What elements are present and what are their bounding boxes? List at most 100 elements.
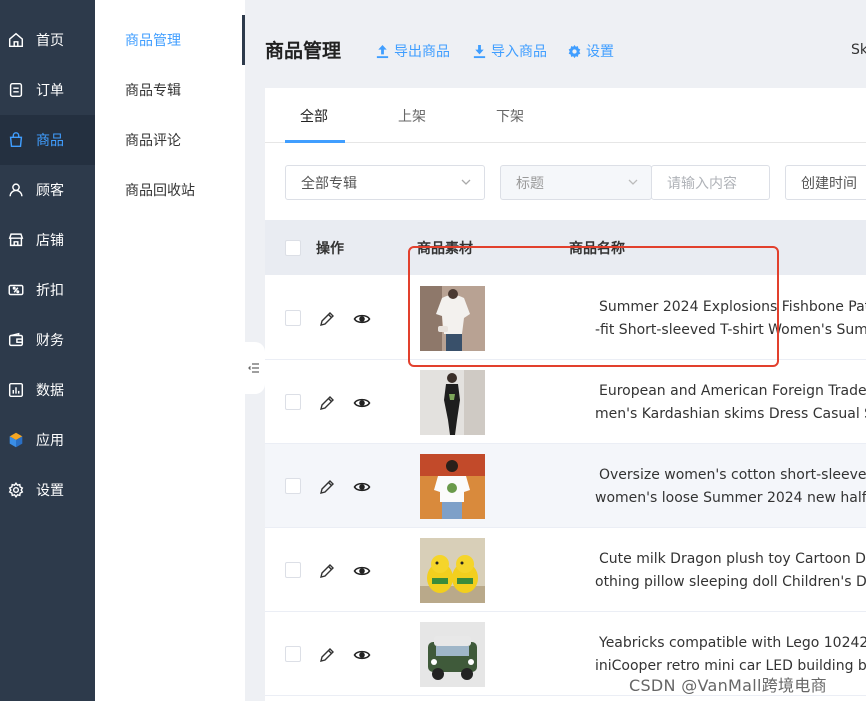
nav-item-home[interactable]: 首页 <box>0 15 95 65</box>
search-field-value: 标题 <box>516 175 544 192</box>
table-row[interactable]: Oversize women's cotton short-sleeved T … <box>265 444 866 528</box>
view-button[interactable] <box>352 645 372 665</box>
nav-label: 订单 <box>36 83 64 99</box>
order-icon <box>6 80 26 100</box>
wallet-icon <box>6 330 26 350</box>
nav-item-apps[interactable]: 应用 <box>0 415 95 465</box>
subnav-label: 商品回收站 <box>125 183 195 199</box>
chevron-down-icon <box>461 179 471 185</box>
status-tabs: 全部 上架 下架 <box>265 88 866 143</box>
nav-label: 财务 <box>36 333 64 349</box>
product-name-line: men's Kardashian skims Dress Casual Slim <box>595 406 866 422</box>
sort-time-value: 创建时间 <box>801 175 857 192</box>
product-name[interactable]: Cute milk Dragon plush toy Cartoon Doll … <box>595 548 866 594</box>
product-name-line: women's loose Summer 2024 new half-sle <box>595 490 866 506</box>
product-name[interactable]: Oversize women's cotton short-sleeved T … <box>595 464 866 510</box>
subnav-item-product-reviews[interactable]: 商品评论 <box>95 115 245 165</box>
product-name-line: Yeabricks compatible with Lego 10242 cla <box>599 635 866 651</box>
subnav-item-product-management[interactable]: 商品管理 <box>95 15 245 65</box>
edit-button[interactable] <box>317 561 337 581</box>
download-icon <box>473 44 486 58</box>
edit-button[interactable] <box>317 393 337 413</box>
sub-sidebar: 商品管理 商品专辑 商品评论 商品回收站 <box>95 0 245 701</box>
nav-item-products[interactable]: 商品 <box>0 115 95 165</box>
product-thumbnail[interactable] <box>420 538 485 603</box>
product-name-line: Cute milk Dragon plush toy Cartoon Doll … <box>599 551 866 567</box>
header-right-text: Sk <box>851 42 866 58</box>
nav-item-settings[interactable]: 设置 <box>0 465 95 515</box>
edit-button[interactable] <box>317 645 337 665</box>
product-thumbnail[interactable] <box>420 370 485 435</box>
tab-off-shelf[interactable]: 下架 <box>496 88 524 143</box>
table-row[interactable]: Cute milk Dragon plush toy Cartoon Doll … <box>265 528 866 612</box>
album-select[interactable]: 全部专辑 <box>285 165 485 200</box>
edit-button[interactable] <box>317 477 337 497</box>
nav-label: 折扣 <box>36 283 64 299</box>
nav-label: 商品 <box>36 133 64 149</box>
product-name-line: othing pillow sleeping doll Children's D… <box>595 574 866 590</box>
product-name[interactable]: European and American Foreign Trade Ne m… <box>595 380 866 426</box>
gear-icon <box>568 44 581 58</box>
nav-label: 店铺 <box>36 233 64 249</box>
select-all-checkbox[interactable] <box>285 240 301 256</box>
table-row[interactable]: European and American Foreign Trade Ne m… <box>265 360 866 444</box>
chart-icon <box>6 380 26 400</box>
nav-item-customers[interactable]: 顾客 <box>0 165 95 215</box>
subnav-item-recycle-bin[interactable]: 商品回收站 <box>95 165 245 215</box>
row-checkbox[interactable] <box>285 646 301 662</box>
eye-icon <box>353 482 371 492</box>
home-icon <box>6 30 26 50</box>
row-checkbox[interactable] <box>285 478 301 494</box>
view-button[interactable] <box>352 393 372 413</box>
edit-button[interactable] <box>317 309 337 329</box>
subnav-item-product-albums[interactable]: 商品专辑 <box>95 65 245 115</box>
col-media: 商品素材 <box>417 240 473 257</box>
nav-label: 首页 <box>36 33 64 49</box>
row-checkbox[interactable] <box>285 562 301 578</box>
product-thumbnail[interactable] <box>420 622 485 687</box>
row-checkbox[interactable] <box>285 310 301 326</box>
tab-on-shelf[interactable]: 上架 <box>398 88 426 143</box>
search-input[interactable]: 请输入内容 <box>651 165 770 200</box>
nav-item-discount[interactable]: 折扣 <box>0 265 95 315</box>
nav-item-finance[interactable]: 财务 <box>0 315 95 365</box>
upload-icon <box>376 44 389 58</box>
tab-all[interactable]: 全部 <box>300 88 328 143</box>
table-row[interactable]: Summer 2024 Explosions Fishbone Patte -f… <box>265 276 866 360</box>
nav-label: 顾客 <box>36 183 64 199</box>
col-name: 商品名称 <box>569 240 625 257</box>
import-products-button[interactable]: 导入商品 <box>472 41 547 61</box>
store-icon <box>6 230 26 250</box>
eye-icon <box>353 650 371 660</box>
bag-icon <box>6 130 26 150</box>
view-button[interactable] <box>352 561 372 581</box>
product-thumbnail[interactable] <box>420 286 485 351</box>
nav-item-store[interactable]: 店铺 <box>0 215 95 265</box>
view-button[interactable] <box>352 477 372 497</box>
nav-label: 数据 <box>36 383 64 399</box>
album-select-value: 全部专辑 <box>301 175 357 192</box>
export-label: 导出商品 <box>394 44 450 60</box>
nav-item-orders[interactable]: 订单 <box>0 65 95 115</box>
product-name-line: -fit Short-sleeved T-shirt Women's Summ <box>595 322 866 338</box>
apps-icon <box>6 430 26 450</box>
subnav-label: 商品专辑 <box>125 83 181 99</box>
pencil-icon <box>320 312 334 326</box>
settings-button[interactable]: 设置 <box>567 41 614 61</box>
search-field-select[interactable]: 标题 <box>500 165 652 200</box>
search-placeholder: 请输入内容 <box>667 175 737 192</box>
nav-label: 设置 <box>36 483 64 499</box>
pencil-icon <box>320 564 334 578</box>
nav-item-data[interactable]: 数据 <box>0 365 95 415</box>
subnav-label: 商品管理 <box>125 33 181 49</box>
sort-time-select[interactable]: 创建时间 <box>785 165 866 200</box>
eye-icon <box>353 566 371 576</box>
active-tab-indicator <box>285 140 345 143</box>
view-button[interactable] <box>352 309 372 329</box>
product-name[interactable]: Summer 2024 Explosions Fishbone Patte -f… <box>595 296 866 342</box>
export-products-button[interactable]: 导出商品 <box>375 41 450 61</box>
product-thumbnail[interactable] <box>420 454 485 519</box>
row-checkbox[interactable] <box>285 394 301 410</box>
collapse-sidebar-toggle[interactable] <box>243 342 265 394</box>
product-name-line: Oversize women's cotton short-sleeved T <box>599 467 866 483</box>
